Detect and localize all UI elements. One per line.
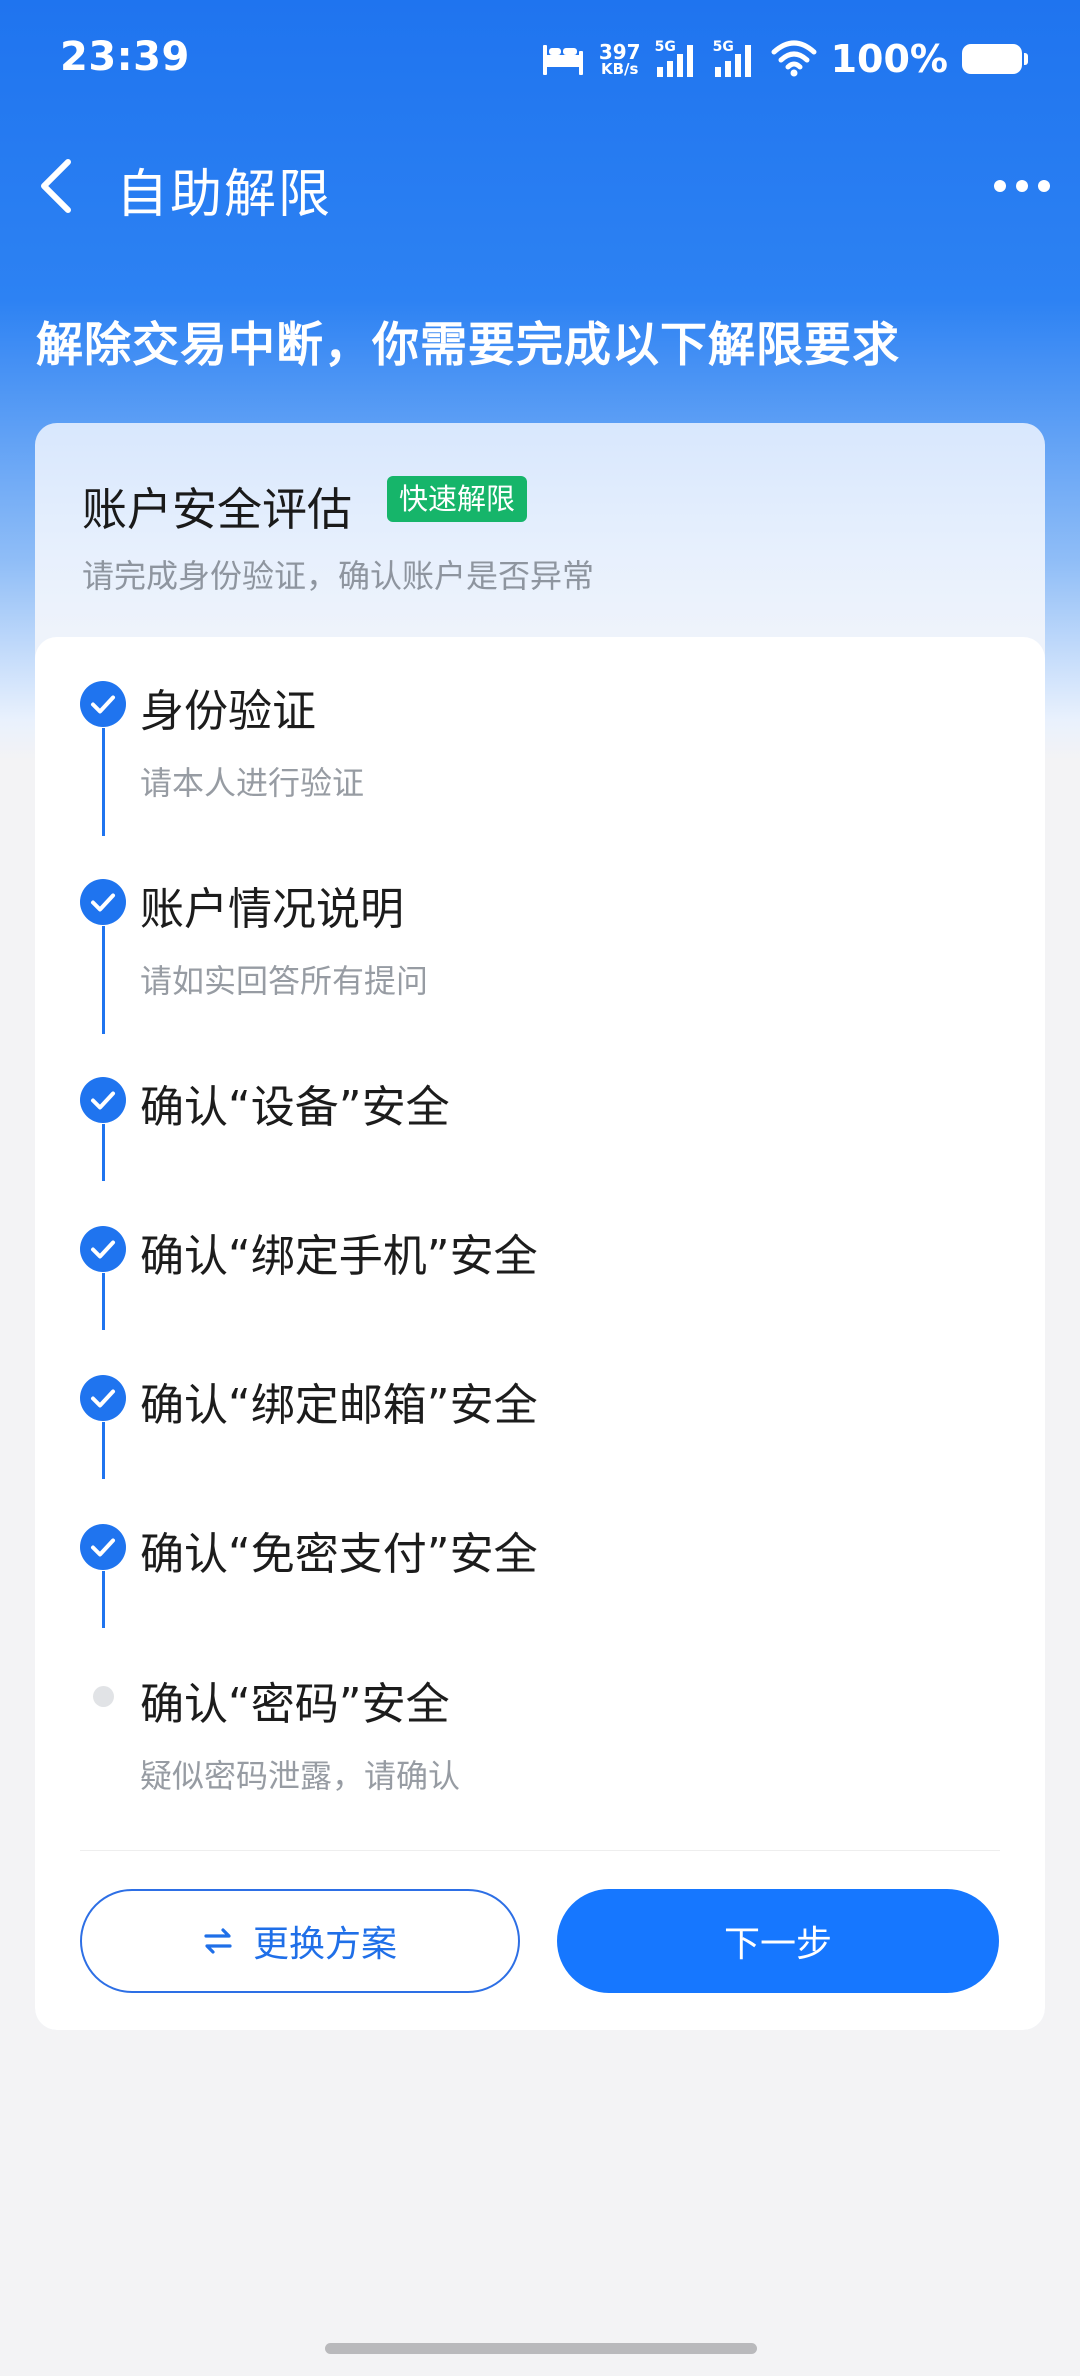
more-button[interactable] xyxy=(990,162,1054,210)
card-title: 账户安全评估 xyxy=(82,483,353,536)
step-desc: 请如实回答所有提问 xyxy=(140,962,429,1000)
step-desc: 疑似密码泄露，请确认 xyxy=(140,1757,461,1795)
net-speed: 397 KB/s xyxy=(598,39,641,78)
step-connector xyxy=(102,1422,105,1479)
step-desc: 请本人进行验证 xyxy=(140,764,365,802)
page-title: 自助解限 xyxy=(116,165,333,225)
step-title: 确认“密码”安全 xyxy=(140,1679,450,1730)
wifi-icon xyxy=(771,40,817,77)
step-connector xyxy=(102,1273,105,1330)
security-card: 账户安全评估 快速解限 请完成身份验证，确认账户是否异常 身份验证 请本人进行验… xyxy=(35,423,1045,2030)
status-icons: 397 KB/s 5G 5G 100% xyxy=(541,32,1028,86)
home-indicator[interactable] xyxy=(325,2343,757,2354)
check-circle-icon xyxy=(80,1375,126,1421)
step-connector xyxy=(102,728,105,836)
step-title: 确认“绑定邮箱”安全 xyxy=(140,1380,538,1431)
step-title: 确认“免密支付”安全 xyxy=(140,1529,538,1580)
step-connector xyxy=(102,1571,105,1628)
more-dots-icon xyxy=(994,180,1050,192)
bed-icon xyxy=(542,45,583,75)
step-connector xyxy=(102,926,105,1034)
battery-icon xyxy=(962,44,1028,74)
status-bar: 23:39 397 KB/s 5G 5G 100% xyxy=(0,0,1080,120)
pending-dot-icon xyxy=(93,1686,114,1707)
step-title: 确认“设备”安全 xyxy=(140,1082,450,1133)
step-title: 账户情况说明 xyxy=(140,884,404,935)
step-title: 身份验证 xyxy=(140,686,316,737)
next-step-label: 下一步 xyxy=(723,1924,832,1965)
headline: 解除交易中断，你需要完成以下解限要求 xyxy=(36,318,900,373)
status-time: 23:39 xyxy=(60,34,190,80)
back-button[interactable] xyxy=(28,150,88,220)
check-circle-icon xyxy=(80,879,126,925)
check-circle-icon xyxy=(80,1077,126,1123)
signal-icon: 5G xyxy=(713,39,757,79)
divider xyxy=(80,1850,1000,1851)
next-step-button[interactable]: 下一步 xyxy=(557,1889,999,1993)
step-connector xyxy=(102,1124,105,1181)
switch-plan-label: 更换方案 xyxy=(252,1924,397,1965)
steps-panel: 身份验证 请本人进行验证 账户情况说明 请如实回答所有提问 确认“设备”安全 确… xyxy=(35,637,1045,2030)
battery-percent: 100% xyxy=(830,37,948,81)
swap-icon xyxy=(204,1928,232,1954)
check-circle-icon xyxy=(80,681,126,727)
quick-unlock-badge: 快速解限 xyxy=(387,476,528,522)
card-subtitle: 请完成身份验证，确认账户是否异常 xyxy=(82,557,595,595)
signal-icon: 5G xyxy=(655,39,699,79)
switch-plan-button[interactable]: 更换方案 xyxy=(80,1889,520,1993)
check-circle-icon xyxy=(80,1524,126,1570)
check-circle-icon xyxy=(80,1226,126,1272)
step-title: 确认“绑定手机”安全 xyxy=(140,1231,538,1282)
chevron-left-icon xyxy=(41,159,71,213)
